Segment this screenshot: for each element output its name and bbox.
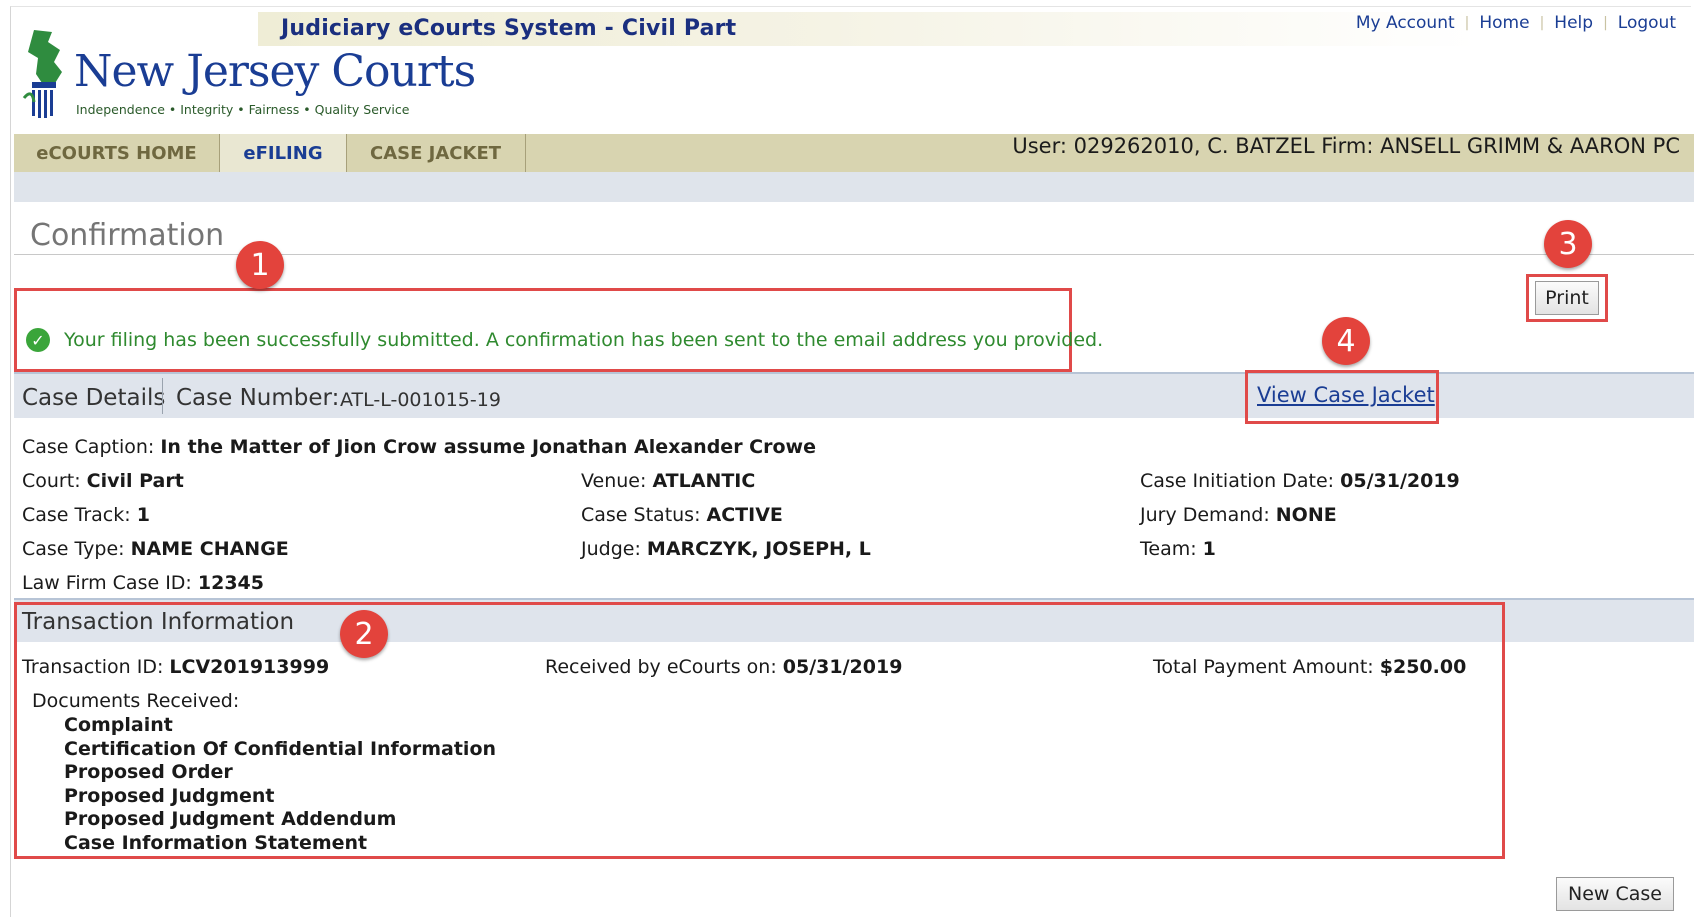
documents-list: Complaint Certification Of Confidential …	[64, 714, 496, 855]
tab-ecourts-home[interactable]: eCOURTS HOME	[14, 134, 220, 172]
logout-link[interactable]: Logout	[1608, 13, 1686, 33]
case-type-value: NAME CHANGE	[130, 538, 289, 560]
field-label: Court:	[22, 470, 81, 492]
firm-case-id-value: 12345	[197, 572, 264, 594]
callout-4: 4	[1322, 317, 1370, 365]
callout-3: 3	[1544, 220, 1592, 268]
judge-value: MARCZYK, JOSEPH, L	[646, 538, 871, 560]
payment-amount-value: $250.00	[1379, 656, 1467, 678]
help-link[interactable]: Help	[1544, 13, 1603, 33]
my-account-link[interactable]: My Account	[1346, 13, 1465, 33]
check-icon: ✓	[26, 328, 50, 352]
tab-case-jacket[interactable]: CASE JACKET	[346, 134, 526, 172]
nj-courts-logo: New Jersey Courts Independence • Integri…	[22, 28, 476, 128]
received-date-value: 05/31/2019	[782, 656, 903, 678]
case-status-field: Case Status: ACTIVE	[581, 504, 783, 526]
document-item: Certification Of Confidential Informatio…	[64, 737, 497, 760]
case-track-value: 1	[136, 504, 150, 526]
case-type-field: Case Type: NAME CHANGE	[22, 538, 289, 560]
firm-case-id-field: Law Firm Case ID: 12345	[22, 572, 264, 594]
home-link[interactable]: Home	[1469, 13, 1539, 33]
transaction-id-field: Transaction ID: LCV201913999	[22, 656, 329, 678]
field-label: Case Initiation Date:	[1140, 470, 1335, 492]
field-label: Case Type:	[22, 538, 125, 560]
transaction-id-value: LCV201913999	[169, 656, 330, 678]
judge-field: Judge: MARCZYK, JOSEPH, L	[581, 538, 871, 560]
callout-1: 1	[236, 241, 284, 289]
field-label: Total Payment Amount:	[1153, 656, 1374, 678]
document-item: Proposed Judgment Addendum	[64, 808, 397, 830]
case-number: ATL-L-001015-19	[340, 389, 501, 411]
initiation-date-value: 05/31/2019	[1340, 470, 1460, 492]
initiation-date-field: Case Initiation Date: 05/31/2019	[1140, 470, 1460, 492]
case-number-label: Case Number:	[176, 385, 340, 411]
field-label: Received by eCourts on:	[545, 656, 777, 678]
state-emblem-icon	[22, 30, 62, 118]
top-links: My Account | Home | Help | Logout	[1346, 13, 1686, 33]
document-item: Case Information Statement	[64, 831, 368, 854]
team-field: Team: 1	[1140, 538, 1216, 560]
field-label: Case Track:	[22, 504, 131, 526]
field-label: Law Firm Case ID:	[22, 572, 192, 594]
documents-received-label: Documents Received:	[32, 690, 240, 712]
field-label: Judge:	[581, 538, 641, 560]
field-label: Case Status:	[581, 504, 701, 526]
callout-2: 2	[340, 610, 388, 658]
document-item: Complaint	[64, 714, 173, 736]
case-details-label: Case Details	[22, 385, 166, 411]
payment-amount-field: Total Payment Amount: $250.00	[1153, 656, 1466, 678]
field-label: Case Caption:	[22, 436, 155, 458]
court-field: Court: Civil Part	[22, 470, 184, 492]
case-track-field: Case Track: 1	[22, 504, 150, 526]
case-caption-field: Case Caption: In the Matter of Jion Crow…	[22, 436, 816, 458]
venue-field: Venue: ATLANTIC	[581, 470, 755, 492]
field-label: Venue:	[581, 470, 647, 492]
court-value: Civil Part	[86, 470, 184, 492]
user-info: User: 029262010, C. BATZEL Firm: ANSELL …	[1012, 134, 1680, 158]
page-title: Confirmation	[30, 218, 225, 253]
success-message: ✓ Your filing has been successfully subm…	[26, 328, 1103, 352]
venue-value: ATLANTIC	[652, 470, 756, 492]
field-label: Transaction ID:	[22, 656, 164, 678]
tab-efiling[interactable]: eFILING	[219, 134, 347, 172]
new-case-button[interactable]: New Case	[1556, 877, 1674, 911]
logo-wordmark: New Jersey Courts	[74, 46, 476, 97]
sub-nav-band	[14, 172, 1694, 202]
success-text: Your filing has been successfully submit…	[64, 329, 1104, 351]
received-date-field: Received by eCourts on: 05/31/2019	[545, 656, 902, 678]
team-value: 1	[1202, 538, 1216, 560]
field-label: Jury Demand:	[1140, 504, 1270, 526]
document-item: Proposed Order	[64, 761, 233, 783]
header-divider	[162, 378, 163, 414]
jury-demand-value: NONE	[1275, 504, 1337, 526]
document-item: Proposed Judgment	[64, 784, 275, 807]
view-case-jacket-link[interactable]: View Case Jacket	[1257, 383, 1435, 407]
print-button[interactable]: Print	[1535, 281, 1599, 315]
case-status-value: ACTIVE	[706, 504, 783, 526]
logo-tagline: Independence • Integrity • Fairness • Qu…	[76, 102, 410, 117]
jury-demand-field: Jury Demand: NONE	[1140, 504, 1337, 526]
field-label: Team:	[1140, 538, 1197, 560]
case-caption-value: In the Matter of Jion Crow assume Jonath…	[160, 436, 816, 458]
